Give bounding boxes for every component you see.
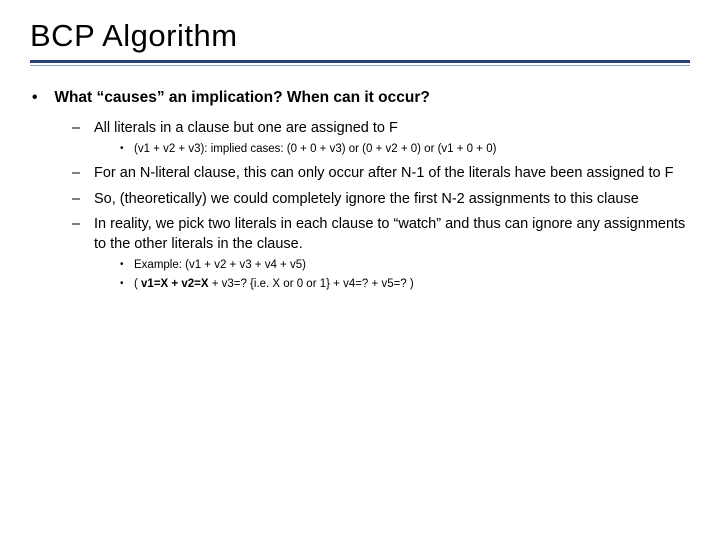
detail-d1: Example: (v1 + v2 + v3 + v4 + v5) bbox=[120, 258, 690, 274]
title-rule-dark bbox=[30, 60, 690, 63]
title-rule-light bbox=[30, 65, 690, 66]
detail-a-text: (v1 + v2 + v3): implied cases: (0 + 0 + … bbox=[134, 143, 496, 155]
sub-bullet-d: In reality, we pick two literals in each… bbox=[72, 215, 690, 292]
detail-d1-text: Example: (v1 + v2 + v3 + v4 + v5) bbox=[134, 259, 306, 271]
bullet-list-level3-a: (v1 + v2 + v3): implied cases: (0 + 0 + … bbox=[94, 142, 690, 158]
detail-d2: ( v1=X + v2=X + v3=? {i.e. X or 0 or 1} … bbox=[120, 277, 690, 293]
sub-bullet-d-text: In reality, we pick two literals in each… bbox=[94, 216, 685, 252]
detail-d2-bold: v1=X + v2=X bbox=[141, 278, 208, 290]
sub-bullet-b-text: For an N-literal clause, this can only o… bbox=[94, 165, 673, 181]
detail-a: (v1 + v2 + v3): implied cases: (0 + 0 + … bbox=[120, 142, 690, 158]
sub-bullet-c-text: So, (theoretically) we could completely … bbox=[94, 191, 639, 207]
sub-bullet-c: So, (theoretically) we could completely … bbox=[72, 190, 690, 210]
bullet-main: What “causes” an implication? When can i… bbox=[32, 88, 690, 292]
detail-d2-pre: ( bbox=[134, 278, 141, 290]
sub-bullet-b: For an N-literal clause, this can only o… bbox=[72, 164, 690, 184]
bullet-list-level2: All literals in a clause but one are ass… bbox=[32, 119, 690, 292]
bullet-main-text: What “causes” an implication? When can i… bbox=[54, 89, 430, 106]
bullet-list-level1: What “causes” an implication? When can i… bbox=[30, 88, 690, 292]
bullet-list-level3-d: Example: (v1 + v2 + v3 + v4 + v5) ( v1=X… bbox=[94, 258, 690, 292]
sub-bullet-a-text: All literals in a clause but one are ass… bbox=[94, 120, 398, 136]
sub-bullet-a: All literals in a clause but one are ass… bbox=[72, 119, 690, 158]
detail-d2-post: + v3=? {i.e. X or 0 or 1} + v4=? + v5=? … bbox=[209, 278, 414, 290]
slide: BCP Algorithm What “causes” an implicati… bbox=[0, 0, 720, 540]
slide-content: What “causes” an implication? When can i… bbox=[30, 88, 690, 292]
slide-title: BCP Algorithm bbox=[30, 18, 690, 54]
